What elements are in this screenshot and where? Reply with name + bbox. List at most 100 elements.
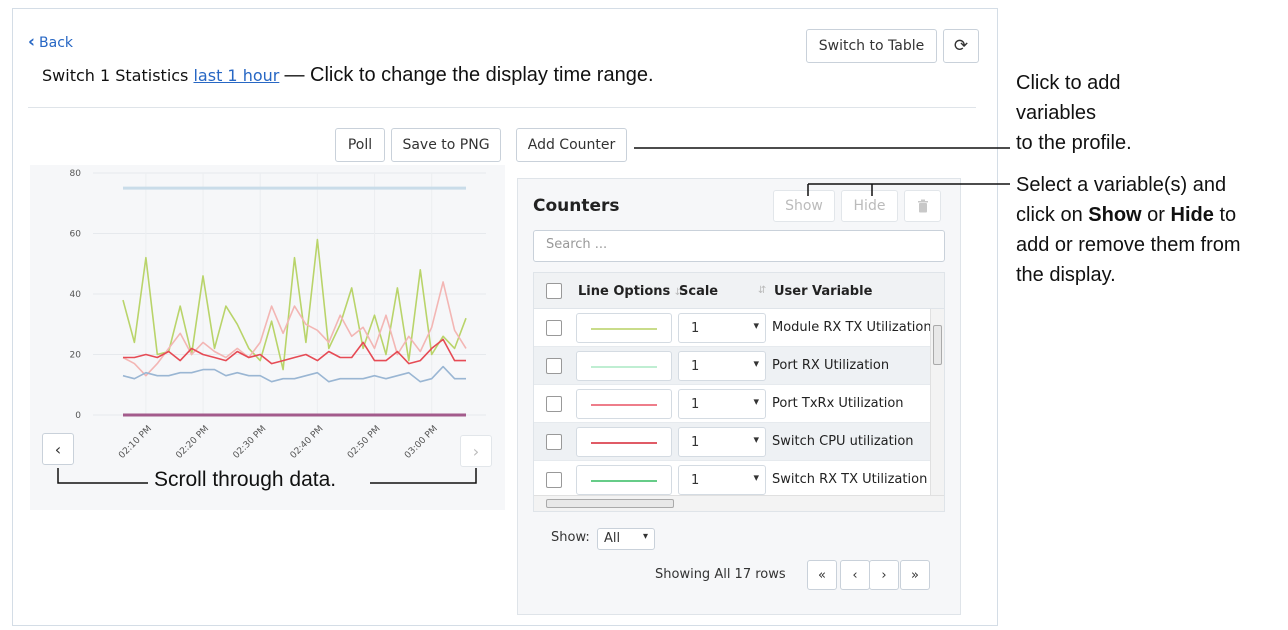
scroll-annotation: Scroll through data. — [154, 468, 337, 491]
scale-value: 1 — [691, 435, 700, 450]
time-range-annotation: — Click to change the display time range… — [284, 64, 654, 86]
line-options-button[interactable] — [576, 465, 672, 495]
annotation-line: variables — [1016, 102, 1097, 124]
show-filter-select[interactable]: All ▾ — [597, 528, 655, 550]
x-tick-label: 02:30 PM — [232, 424, 269, 461]
series-line-0 — [122, 238, 467, 371]
line-options-button[interactable] — [576, 389, 672, 419]
row-checkbox[interactable] — [546, 434, 562, 450]
caret-down-icon: ▾ — [753, 395, 759, 408]
table-vertical-scrollbar[interactable] — [930, 309, 944, 495]
rows-info: Showing All 17 rows — [655, 567, 786, 582]
chevron-left-icon: ‹ — [28, 32, 36, 52]
line-options-button[interactable] — [576, 351, 672, 381]
column-header-user-variable[interactable]: User Variable — [774, 284, 872, 299]
next-page-button[interactable]: › — [869, 560, 899, 590]
statistics-chart: 0 20 40 60 80 02:10 PM 02:20 PM 02:30 PM 02:40 P… — [30, 165, 505, 510]
last-page-button[interactable]: » — [900, 560, 930, 590]
caret-down-icon: ▾ — [753, 357, 759, 370]
user-variable-name: Port RX Utilization — [772, 358, 890, 373]
scale-select[interactable]: 1 ▾ — [678, 427, 766, 457]
switch-to-table-label: Switch to Table — [818, 38, 925, 54]
scrollbar-thumb[interactable] — [546, 499, 674, 508]
sort-icon: ⇵ — [758, 285, 767, 296]
column-header-scale[interactable]: Scale — [679, 284, 718, 299]
show-filter-value: All — [604, 531, 621, 546]
add-counter-annotation: Click to add variables to the profile. — [1016, 68, 1132, 158]
scale-select[interactable]: 1 ▾ — [678, 351, 766, 381]
delete-button[interactable] — [904, 190, 941, 222]
annotation-line: add or remove them from — [1016, 234, 1241, 256]
counters-table: Line Options ⇵ Scale ⇵ User Variable 1 ▾ … — [533, 272, 945, 512]
scale-select[interactable]: 1 ▾ — [678, 465, 766, 495]
annotation-line: to the profile. — [1016, 132, 1132, 154]
chevron-left-icon: ‹ — [54, 439, 62, 459]
row-checkbox[interactable] — [546, 358, 562, 374]
save-to-png-button[interactable]: Save to PNG — [391, 128, 501, 162]
scale-value: 1 — [691, 473, 700, 488]
user-variable-name: Switch RX TX Utilization — [772, 472, 928, 487]
select-all-checkbox[interactable] — [546, 283, 562, 299]
user-variable-name: Port TxRx Utilization — [772, 396, 904, 411]
refresh-button[interactable]: ⟳ — [943, 29, 979, 63]
caret-down-icon: ▾ — [642, 531, 648, 542]
row-checkbox[interactable] — [546, 396, 562, 412]
table-row[interactable]: 1 ▾ Module RX TX Utilization — [534, 309, 932, 347]
prev-page-button[interactable]: ‹ — [840, 560, 870, 590]
counters-title: Counters — [533, 196, 620, 216]
chart-prev-button[interactable]: ‹ — [42, 433, 74, 465]
y-tick-label: 80 — [70, 169, 82, 179]
y-tick-label: 40 — [70, 290, 82, 300]
scale-value: 1 — [691, 321, 700, 336]
scrollbar-thumb[interactable] — [933, 325, 942, 365]
poll-label: Poll — [347, 137, 373, 153]
first-page-button[interactable]: « — [807, 560, 837, 590]
y-tick-label: 0 — [75, 411, 81, 421]
show-button-label: Show — [785, 198, 823, 214]
caret-down-icon: ▾ — [753, 471, 759, 484]
y-tick-label: 60 — [70, 230, 82, 240]
show-button[interactable]: Show — [773, 190, 835, 222]
page-title-text: Switch 1 Statistics — [42, 66, 189, 85]
line-swatch — [591, 442, 657, 444]
y-tick-label: 20 — [70, 351, 82, 361]
switch-to-table-button[interactable]: Switch to Table — [806, 29, 937, 63]
user-variable-name: Module RX TX Utilization — [772, 320, 932, 335]
column-header-line-options[interactable]: Line Options ⇵ — [578, 284, 683, 299]
add-counter-button[interactable]: Add Counter — [516, 128, 627, 162]
row-checkbox[interactable] — [546, 472, 562, 488]
hide-button-label: Hide — [853, 198, 886, 214]
back-link[interactable]: ‹ Back — [28, 34, 73, 51]
table-horizontal-scrollbar[interactable] — [534, 495, 944, 511]
refresh-icon: ⟳ — [953, 36, 969, 56]
table-row[interactable]: 1 ▾ Switch CPU utilization — [534, 423, 930, 461]
header-divider — [28, 107, 976, 108]
table-row[interactable]: 1 ▾ Port RX Utilization — [534, 347, 930, 385]
add-counter-label: Add Counter — [527, 137, 616, 153]
time-range-link[interactable]: last 1 hour — [193, 66, 279, 85]
line-options-button[interactable] — [576, 313, 672, 343]
annotation-line: click on Show or Hide to — [1016, 204, 1237, 226]
table-row[interactable]: 1 ▾ Switch RX TX Utilization — [534, 461, 930, 499]
x-tick-label: 02:10 PM — [117, 424, 154, 461]
series-line-3 — [122, 365, 466, 383]
chart-next-button[interactable]: › — [460, 435, 492, 467]
poll-button[interactable]: Poll — [335, 128, 385, 162]
user-variable-name: Switch CPU utilization — [772, 434, 914, 449]
caret-down-icon: ▾ — [753, 319, 759, 332]
line-options-button[interactable] — [576, 427, 672, 457]
scale-select[interactable]: 1 ▾ — [678, 389, 766, 419]
caret-down-icon: ▾ — [753, 433, 759, 446]
annotation-line: Select a variable(s) and — [1016, 174, 1227, 196]
annotation-line: the display. — [1016, 264, 1116, 286]
line-chart: 0 20 40 60 80 02:10 PM 02:20 PM 02:30 PM 02:40 P… — [70, 169, 486, 461]
line-swatch — [591, 366, 657, 368]
counters-search-input[interactable]: Search ... — [533, 230, 945, 262]
row-checkbox[interactable] — [546, 320, 562, 336]
hide-button[interactable]: Hide — [841, 190, 898, 222]
table-row[interactable]: 1 ▾ Port TxRx Utilization — [534, 385, 930, 423]
trash-icon — [917, 199, 928, 213]
scale-select[interactable]: 1 ▾ — [678, 313, 766, 343]
scale-value: 1 — [691, 397, 700, 412]
x-tick-label: 02:50 PM — [346, 424, 383, 461]
